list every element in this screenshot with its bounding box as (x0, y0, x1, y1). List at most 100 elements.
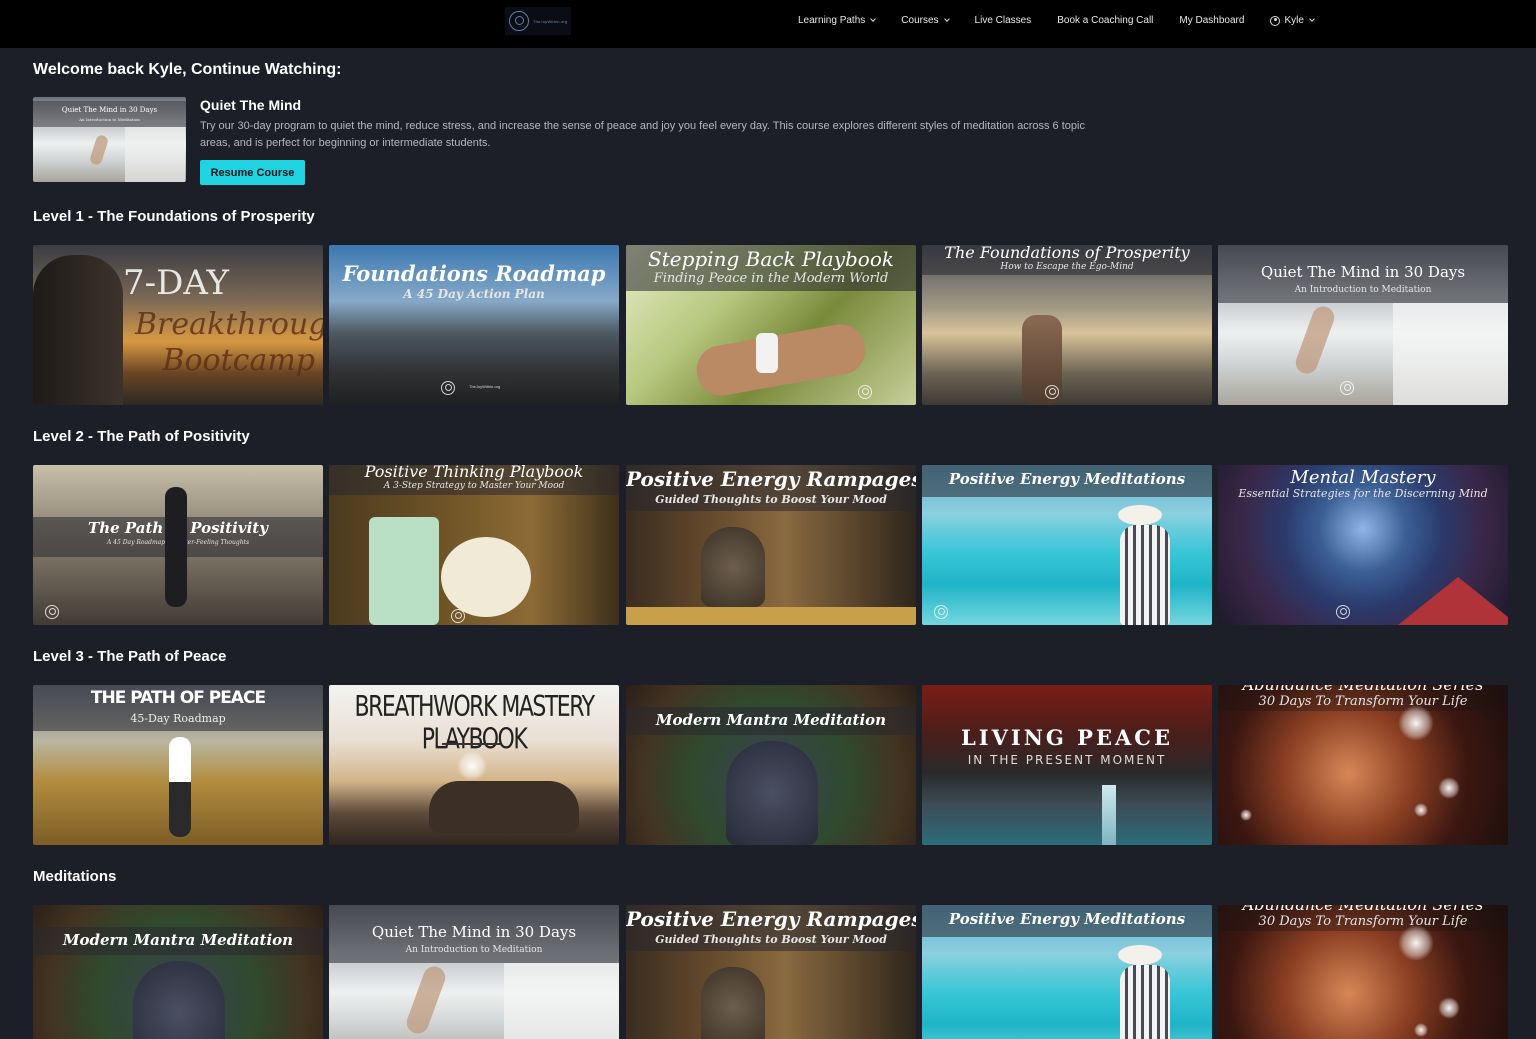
card-title: LIVING PEACE (961, 725, 1173, 750)
hat-shape (1118, 945, 1162, 965)
light-orb (1414, 803, 1428, 817)
buddha-shape (701, 967, 765, 1039)
course-row-meditations: Modern Mantra Meditation Quiet The Mind … (33, 905, 1508, 1039)
continue-course-description: Try our 30-day program to quiet the mind… (200, 120, 1085, 149)
course-card-positive-energy-rampages[interactable]: Positive Energy Rampages Guided Thoughts… (626, 905, 916, 1039)
course-card-mental-mastery[interactable]: Mental Mastery Essential Strategies for … (1218, 465, 1508, 625)
nav-live-classes[interactable]: Live Classes (975, 15, 1032, 26)
thumb-subtitle: An Introduction to Meditation (79, 117, 140, 122)
section-title-meditations: Meditations (33, 868, 117, 885)
course-card-living-peace[interactable]: LIVING PEACE IN THE PRESENT MOMENT (922, 685, 1212, 845)
light-orb (1438, 997, 1460, 1019)
course-card-breathwork-mastery-playbook[interactable]: BREATHWORK MASTERY PLAYBOOK (329, 685, 619, 845)
watermark-logo-icon (858, 385, 872, 399)
card-subtitle: Breakthrough Bootcamp (135, 307, 323, 378)
card-subtitle: A 3-Step Strategy to Master Your Mood (383, 481, 565, 491)
user-icon (1270, 15, 1281, 26)
watermark-text: TheJoyWithin.org (469, 384, 501, 389)
card-title: Quiet The Mind in 30 Days (371, 923, 577, 941)
course-card-positive-thinking-playbook[interactable]: Positive Thinking Playbook A 3-Step Stra… (329, 465, 619, 625)
course-card-7-day-bootcamp[interactable]: 7-DAY Breakthrough Bootcamp (33, 245, 323, 405)
card-subtitle: An Introduction to Meditation (1294, 285, 1432, 295)
course-card-path-of-positivity[interactable]: The Path of Positivity A 45 Day Roadmap … (33, 465, 323, 625)
course-card-abundance-meditation-series[interactable]: Abundance Meditation Series 30 Days To T… (1218, 905, 1508, 1039)
course-card-quiet-the-mind[interactable]: Quiet The Mind in 30 Days An Introductio… (1218, 245, 1508, 405)
course-card-foundations-of-prosperity[interactable]: The Foundations of Prosperity How to Esc… (922, 245, 1212, 405)
card-title: Modern Mantra Meditation (62, 931, 294, 949)
watermark-logo-icon (1045, 385, 1059, 399)
hand-shape (88, 133, 110, 167)
card-subtitle: 30 Days To Transform Your Life (1258, 914, 1468, 929)
breath-line-icon (442, 743, 500, 745)
card-title: Modern Mantra Meditation (655, 711, 887, 729)
course-card-quiet-the-mind[interactable]: Quiet The Mind in 30 Days An Introductio… (329, 905, 619, 1039)
top-navbar: TheJoyWithin.org Learning Paths Courses … (0, 0, 1536, 48)
card-title: THE PATH OF PEACE (90, 688, 266, 708)
nav-label: Courses (901, 15, 939, 26)
logo-icon (509, 11, 529, 31)
hand-shape (1292, 303, 1338, 377)
woman-shape (1120, 965, 1170, 1039)
nav-user-menu[interactable]: Kyle (1270, 15, 1315, 26)
course-card-positive-energy-meditations[interactable]: Positive Energy Meditations (922, 905, 1212, 1039)
card-subtitle: An Introduction to Meditation (405, 945, 543, 955)
nav-label: My Dashboard (1179, 15, 1245, 26)
watermark-logo-icon (45, 605, 59, 619)
walker-shape (165, 487, 187, 607)
course-card-path-of-peace[interactable]: THE PATH OF PEACE 45-Day Roadmap (33, 685, 323, 845)
card-title: Positive Thinking Playbook (364, 465, 584, 481)
card-title: Positive Energy Meditations (948, 910, 1186, 928)
nav-book-coaching-call[interactable]: Book a Coaching Call (1057, 15, 1153, 26)
card-subtitle: Guided Thoughts to Boost Your Mood (655, 493, 887, 506)
woman-shape (1120, 525, 1170, 625)
nav-learning-paths[interactable]: Learning Paths (798, 15, 877, 26)
course-card-modern-mantra-meditation[interactable]: Modern Mantra Meditation (33, 905, 323, 1039)
card-subtitle: Guided Thoughts to Boost Your Mood (655, 933, 887, 946)
arm-shape (692, 320, 870, 400)
section-title-level-1: Level 1 - The Foundations of Prosperity (33, 208, 315, 225)
section-title-level-3: Level 3 - The Path of Peace (33, 648, 227, 665)
resume-course-button[interactable]: Resume Course (200, 160, 305, 185)
card-title: Positive Energy Rampages (626, 907, 916, 931)
section-title-level-2: Level 2 - The Path of Positivity (33, 428, 250, 445)
card-subtitle: 45-Day Roadmap (130, 712, 226, 725)
garment-shape (125, 127, 185, 182)
garment-shape (504, 963, 619, 1039)
course-card-stepping-back-playbook[interactable]: Stepping Back Playbook Finding Peace in … (626, 245, 916, 405)
watermark-logo-icon (451, 609, 465, 623)
watermark-logo-icon (1340, 381, 1354, 395)
continue-course-title[interactable]: Quiet The Mind (200, 97, 301, 113)
chevron-down-icon (1309, 16, 1315, 22)
light-orb (1398, 705, 1434, 741)
site-logo[interactable]: TheJoyWithin.org (505, 7, 571, 35)
card-subtitle: Essential Strategies for the Discerning … (1238, 487, 1488, 500)
nav-courses[interactable]: Courses (901, 15, 950, 26)
buddha-shape (133, 961, 225, 1039)
card-subtitle: IN THE PRESENT MOMENT (967, 753, 1167, 767)
card-subtitle: 30 Days To Transform Your Life (1258, 694, 1468, 709)
watermark-logo-icon (934, 605, 948, 619)
continue-course-thumbnail[interactable]: Quiet The Mind in 30 Days An Introductio… (33, 97, 186, 182)
card-title: The Foundations of Prosperity (944, 245, 1190, 262)
course-card-abundance-meditation-series[interactable]: Abundance Meditation Series 30 Days To T… (1218, 685, 1508, 845)
hat-shape (1118, 505, 1162, 525)
course-card-modern-mantra-meditation[interactable]: Modern Mantra Meditation (626, 685, 916, 845)
nav-my-dashboard[interactable]: My Dashboard (1179, 15, 1244, 26)
waterfall-shape (1102, 785, 1116, 845)
card-title: BREATHWORK MASTERY PLAYBOOK (354, 691, 595, 757)
chevron-down-icon (943, 16, 950, 22)
logo-text: TheJoyWithin.org (533, 18, 568, 24)
watermark-logo-icon (1336, 605, 1350, 619)
bowl-shape (626, 607, 916, 625)
thumb-title-band (33, 101, 186, 127)
course-card-positive-energy-rampages[interactable]: Positive Energy Rampages Guided Thoughts… (626, 465, 916, 625)
card-subtitle: How to Escape the Ego-Mind (1000, 262, 1134, 272)
course-card-positive-energy-meditations[interactable]: Positive Energy Meditations (922, 465, 1212, 625)
thumb-title: Quiet The Mind in 30 Days (61, 106, 158, 114)
card-title: Positive Energy Rampages (626, 467, 916, 491)
light-orb (1240, 809, 1252, 821)
course-row-level-2: The Path of Positivity A 45 Day Roadmap … (33, 465, 1508, 625)
hand-shape (403, 963, 449, 1037)
course-card-foundations-roadmap[interactable]: Foundations Roadmap A 45 Day Action Plan… (329, 245, 619, 405)
walker-shape (169, 737, 191, 837)
